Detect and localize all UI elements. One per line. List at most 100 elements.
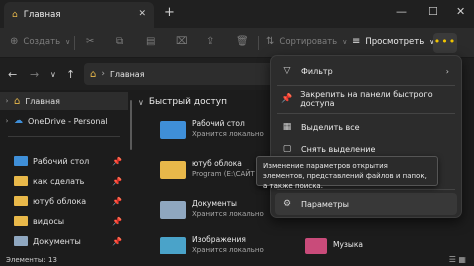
menu-item-label: Фильтр	[301, 66, 333, 76]
menu-item-label: Закрепить на панели быстрого доступа	[300, 90, 433, 108]
back-button[interactable]: ←	[8, 68, 17, 81]
view-button[interactable]: ≡ Просмотреть ∨	[352, 36, 434, 47]
create-label: Создать	[23, 36, 61, 47]
sidebar-item-onedrive[interactable]: › ☁ OneDrive - Personal	[0, 112, 128, 130]
tab-title: Главная	[23, 10, 61, 20]
folder-icon	[14, 176, 28, 186]
chevron-right-icon: ›	[445, 66, 449, 76]
new-tab-button[interactable]: +	[164, 5, 175, 20]
chevron-down-icon: ∨	[342, 37, 348, 46]
menu-divider	[277, 85, 455, 86]
more-options-menu: ▽ Фильтр › 📌 Закрепить на панели быстрог…	[270, 55, 462, 218]
home-icon: ⌂	[12, 10, 18, 20]
menu-item-options[interactable]: ⚙ Параметры	[275, 193, 457, 215]
sidebar-item-documents[interactable]: Документы 📌	[0, 232, 128, 250]
forward-button[interactable]: →	[30, 68, 39, 81]
sort-icon: ⇅	[266, 36, 275, 47]
command-bar: ⊕ Создать ∨ ✂ ⧉ ▤ ⌧ ⇪ 🗑 ⇅ Сортировать ∨ …	[0, 28, 474, 58]
toolbar-divider	[74, 36, 75, 50]
expand-icon[interactable]: ›	[0, 97, 14, 105]
sidebar-item-youtube-oblozhka[interactable]: ютуб облока 📌	[0, 192, 128, 210]
item-name: Изображения	[192, 235, 246, 244]
desktop-icon	[14, 156, 28, 166]
folder-icon	[14, 216, 28, 226]
tab-home[interactable]: ⌂ Главная ✕	[4, 2, 154, 28]
sidebar-item-label: видосы	[33, 216, 65, 226]
sidebar-item-label: Главная	[25, 96, 60, 106]
more-options-button[interactable]: •••	[433, 33, 457, 53]
quick-access-header[interactable]: ∨ Быстрый доступ	[138, 97, 227, 107]
copy-icon: ⧉	[116, 36, 124, 47]
music-icon[interactable]	[305, 238, 327, 254]
section-title: Быстрый доступ	[148, 97, 227, 107]
pin-icon: 📌	[112, 156, 122, 166]
sort-label: Сортировать	[279, 36, 338, 47]
recent-chevron-icon[interactable]: ∨	[50, 70, 56, 79]
status-bar: Элементы: 13 ☰ ▦	[0, 254, 474, 266]
pin-icon: 📌	[281, 94, 293, 104]
item-count: Элементы: 13	[6, 256, 57, 264]
share-button[interactable]: ⇪	[206, 36, 214, 47]
menu-item-filter[interactable]: ▽ Фильтр ›	[275, 60, 457, 82]
select-all-icon: ▦	[282, 122, 292, 132]
breadcrumb-home[interactable]: Главная	[110, 70, 145, 79]
close-tab-icon[interactable]: ✕	[138, 9, 146, 19]
sidebar-item-home[interactable]: › ⌂ Главная	[0, 92, 128, 110]
sidebar-item-label: Рабочий стол	[33, 156, 90, 166]
up-button[interactable]: ↑	[66, 68, 75, 81]
home-icon: ⌂	[90, 68, 97, 80]
sidebar-item-vidosy[interactable]: видосы 📌	[0, 212, 128, 230]
item-location: Хранится локально	[192, 210, 264, 218]
menu-item-pin-quick-access[interactable]: 📌 Закрепить на панели быстрого доступа	[275, 88, 457, 110]
item-location: Program (E:\САЙТ	[192, 170, 255, 178]
view-label: Просмотреть	[365, 36, 425, 47]
toolbar-divider	[258, 36, 259, 50]
expand-icon[interactable]: ›	[0, 117, 14, 125]
view-toggle-icons[interactable]: ☰ ▦	[449, 255, 466, 264]
settings-icon: ⚙	[282, 199, 292, 209]
paste-button[interactable]: ▤	[146, 36, 155, 47]
folder-icon	[14, 196, 28, 206]
sidebar-item-desktop[interactable]: Рабочий стол 📌	[0, 152, 128, 170]
menu-item-select-all[interactable]: ▦ Выделить все	[275, 116, 457, 138]
music-label[interactable]: Музыка	[333, 240, 363, 249]
address-field[interactable]: ⌂ › Главная	[84, 63, 274, 85]
navigation-pane: › ⌂ Главная › ☁ OneDrive - Personal Рабо…	[0, 90, 128, 254]
pin-icon: 📌	[112, 236, 122, 246]
pin-icon: 📌	[112, 216, 122, 226]
sidebar-item-label: OneDrive - Personal	[28, 116, 108, 126]
breadcrumb-separator-icon: ›	[101, 69, 105, 79]
home-icon: ⌂	[14, 95, 21, 107]
menu-item-label: Снять выделение	[301, 144, 376, 154]
documents-icon	[160, 201, 186, 219]
rename-button[interactable]: ⌧	[176, 36, 188, 47]
sort-button[interactable]: ⇅ Сортировать ∨	[266, 36, 347, 47]
trash-icon: 🗑	[236, 36, 249, 47]
maximize-button[interactable]: ☐	[428, 5, 438, 18]
cut-button[interactable]: ✂	[86, 36, 94, 47]
ellipsis-icon: •••	[433, 35, 457, 48]
minimize-button[interactable]: —	[396, 5, 407, 18]
sidebar-item-label: Документы	[33, 236, 81, 246]
close-window-button[interactable]: ✕	[456, 5, 465, 18]
sidebar-scrollbar[interactable]	[128, 90, 134, 254]
sidebar-item-label: как сделать	[33, 176, 85, 186]
menu-item-label: Выделить все	[301, 122, 360, 132]
desktop-icon	[160, 121, 186, 139]
item-name: Рабочий стол	[192, 119, 245, 128]
filter-icon: ▽	[283, 66, 291, 76]
item-name: ютуб облока	[192, 159, 242, 168]
delete-button[interactable]: 🗑	[236, 36, 249, 47]
scissors-icon: ✂	[86, 36, 95, 47]
view-icon: ≡	[352, 36, 361, 47]
copy-button[interactable]: ⧉	[116, 36, 123, 47]
title-bar: ⌂ Главная ✕ + — ☐ ✕	[0, 0, 474, 28]
chevron-down-icon: ∨	[138, 97, 144, 107]
scrollbar-thumb[interactable]	[130, 100, 132, 150]
rename-icon: ⌧	[176, 36, 188, 47]
create-button[interactable]: ⊕ Создать ∨	[10, 36, 70, 47]
share-icon: ⇪	[206, 36, 215, 47]
chevron-down-icon: ∨	[65, 37, 71, 46]
sidebar-item-kak-sdelat[interactable]: как сделать 📌	[0, 172, 128, 190]
cloud-icon: ☁	[14, 116, 23, 126]
